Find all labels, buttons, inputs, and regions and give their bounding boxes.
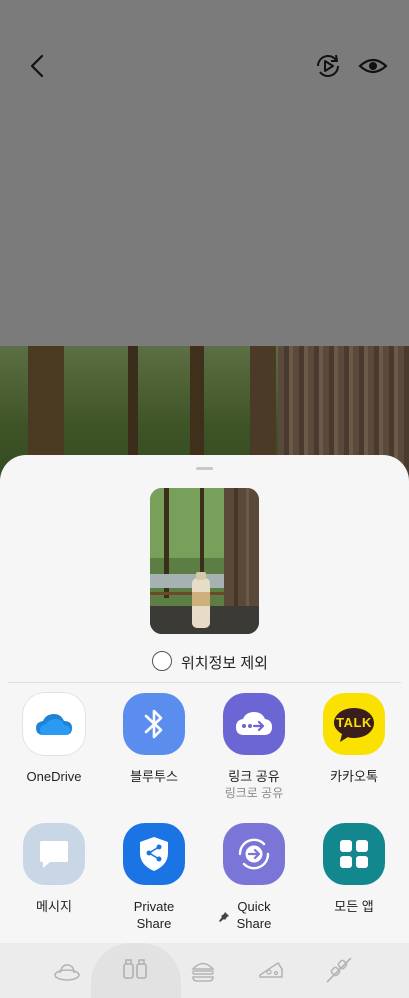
app-label: 모든 앱 [334,899,374,914]
bluetooth-icon [123,693,185,755]
quick-share-icon [223,823,285,885]
drinks-icon[interactable] [120,955,150,985]
share-app-quick-share[interactable]: Quick Share [204,823,304,932]
burger-icon[interactable] [188,955,218,985]
share-app-all-apps[interactable]: 모든 앱 [304,823,404,915]
eye-icon[interactable] [357,50,389,82]
share-app-kakaotalk[interactable]: TALK 카카오톡 [304,693,404,785]
exclude-location-option[interactable]: 위치정보 제외 [0,648,409,676]
exclude-location-radio[interactable] [152,651,172,671]
viewer-toolbar [0,40,409,96]
share-app-messages[interactable]: 메시지 [4,823,104,915]
app-label: 블루투스 [130,769,178,784]
rotate-play-icon[interactable] [312,50,344,82]
kakaotalk-icon: TALK [323,693,385,755]
drag-handle[interactable] [196,467,213,470]
onedrive-icon [23,693,85,755]
bottom-icon-bar [0,943,409,998]
cheese-icon[interactable] [256,955,286,985]
share-app-link-share[interactable]: 링크 공유 링크로 공유 [204,693,304,801]
app-label: 링크 공유 [228,769,280,784]
app-label: OneDrive [26,769,82,784]
share-app-onedrive[interactable]: OneDrive [4,693,104,785]
pin-icon [218,910,230,928]
all-apps-icon [323,823,385,885]
app-sublabel: 링크로 공유 [224,786,284,800]
kakaotalk-icon-text: TALK [336,715,372,730]
food-plate-icon[interactable] [52,955,82,985]
share-sheet: 위치정보 제외 OneDrive 블루투스 링크 공유 링크로 공유 TALK … [0,455,409,998]
exclude-location-label: 위치정보 제외 [181,655,268,672]
share-app-bluetooth[interactable]: 블루투스 [104,693,204,785]
link-share-icon [223,693,285,755]
app-label: 메시지 [36,899,72,914]
shared-image-thumbnail [150,488,259,634]
app-label: 카카오톡 [330,769,378,784]
skewer-icon[interactable] [324,955,354,985]
app-label: Quick Share [236,899,272,931]
back-arrow-icon[interactable] [22,50,54,82]
app-label: Private Share [133,899,175,931]
private-share-icon [123,823,185,885]
divider [8,682,401,683]
message-icon [23,823,85,885]
share-app-private-share[interactable]: Private Share [104,823,204,932]
